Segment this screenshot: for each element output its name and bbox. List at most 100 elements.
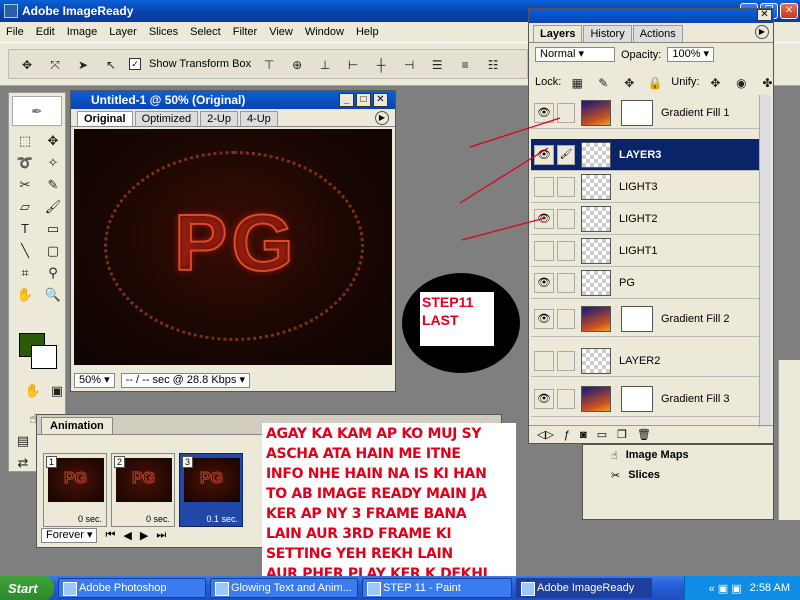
menu-slices[interactable]: Slices <box>143 26 184 38</box>
previous-frame-icon[interactable]: ◀ <box>123 529 131 542</box>
layer-row-light3[interactable]: LIGHT3 <box>531 171 761 203</box>
lock-paint-icon[interactable]: ✎ <box>593 73 613 91</box>
layer-row-layer3[interactable]: 👁 🖌 LAYER3 <box>531 139 761 171</box>
task-step11-paint[interactable]: STEP 11 - Paint <box>362 578 512 598</box>
task-glowing-text[interactable]: Glowing Text and Anim... <box>210 578 358 598</box>
link-slot[interactable] <box>557 208 575 229</box>
first-frame-icon[interactable]: ⏮ <box>105 529 115 542</box>
tab-actions[interactable]: Actions <box>632 25 683 42</box>
next-frame-icon[interactable]: ⏭ <box>156 529 166 542</box>
line-tool-icon[interactable]: ╲ <box>13 241 37 261</box>
menu-image[interactable]: Image <box>61 26 104 38</box>
visibility-eye-icon[interactable]: 👁 <box>534 272 554 293</box>
menu-select[interactable]: Select <box>184 26 227 38</box>
lock-transparency-icon[interactable]: ▦ <box>567 73 587 91</box>
layers-menu-icon[interactable]: ▶ <box>755 25 769 39</box>
hand-tool-icon[interactable]: ✋ <box>13 285 37 305</box>
magic-wand-icon[interactable]: ✧ <box>41 153 65 173</box>
tray-icons[interactable]: « ▣ ▣ <box>709 582 742 595</box>
frame-delay[interactable]: 0 sec. <box>146 514 170 524</box>
eyedropper-tool-icon[interactable]: ⚲ <box>41 263 65 283</box>
doc-minimize-button[interactable]: _ <box>339 93 354 107</box>
distribute-middle-icon[interactable]: ≡ <box>455 55 475 73</box>
tab-animation[interactable]: Animation <box>41 417 113 434</box>
visibility-eye-icon[interactable]: 👁 <box>534 208 554 229</box>
brush-tool-icon[interactable]: 🖌 <box>41 197 65 217</box>
marquee-tool-icon[interactable]: ⬚ <box>13 131 37 151</box>
unify-position-icon[interactable]: ✥ <box>705 73 725 91</box>
tab-history[interactable]: History <box>583 25 632 42</box>
doc-maximize-button[interactable]: □ <box>356 93 371 107</box>
align-left-icon[interactable]: ⊢ <box>343 55 363 73</box>
link-slot[interactable] <box>557 272 575 293</box>
jump-to-photoshop-icon[interactable]: ⇄ <box>11 453 35 473</box>
visibility-slot[interactable] <box>534 350 554 371</box>
select-pointer-icon[interactable]: ↖ <box>101 55 121 73</box>
lock-all-icon[interactable]: 🔒 <box>645 73 665 91</box>
layer-row-gradient-fill-1[interactable]: 👁 Gradient Fill 1 <box>531 97 761 129</box>
distribute-top-icon[interactable]: ☰ <box>427 55 447 73</box>
animation-frame-2[interactable]: PG 2 0 sec. <box>111 453 175 527</box>
link-slot[interactable] <box>557 388 575 409</box>
opacity-input[interactable]: 100% ▾ <box>667 47 715 62</box>
slice-select-icon[interactable]: ✎ <box>41 175 65 195</box>
tab-4-up[interactable]: 4-Up <box>239 111 278 126</box>
zoom-tool-icon[interactable]: 🔍 <box>41 285 65 305</box>
close-button[interactable]: ✕ <box>780 3 798 19</box>
layer-style-icon[interactable]: ƒ <box>564 429 570 441</box>
move-tool-icon[interactable]: ✥ <box>17 55 37 73</box>
menu-window[interactable]: Window <box>299 26 350 38</box>
layer-row-light2[interactable]: 👁 LIGHT2 <box>531 203 761 235</box>
unify-visibility-icon[interactable]: ◉ <box>731 73 751 91</box>
layer-row-gradient-fill-2[interactable]: 👁 Gradient Fill 2 <box>531 301 761 337</box>
menu-help[interactable]: Help <box>350 26 385 38</box>
tab-optimized[interactable]: Optimized <box>134 111 199 126</box>
lock-position-icon[interactable]: ✥ <box>619 73 639 91</box>
image-maps-item[interactable]: ☝ Image Maps <box>583 445 773 465</box>
visibility-slot[interactable] <box>534 176 554 197</box>
arrow-pointer-icon[interactable]: ➤ <box>73 55 93 73</box>
download-time-select[interactable]: -- / -- sec @ 28.8 Kbps ▾ <box>120 372 250 388</box>
nav-arrows-icon[interactable]: ◁▷ <box>537 428 554 441</box>
menu-filter[interactable]: Filter <box>227 26 263 38</box>
align-bottom-icon[interactable]: ⊥ <box>315 55 335 73</box>
tab-original[interactable]: Original <box>77 111 133 126</box>
show-transform-box-checkbox[interactable]: ✓ <box>129 58 141 70</box>
layer-row-gradient-fill-3[interactable]: 👁 Gradient Fill 3 <box>531 381 761 417</box>
lasso-tool-icon[interactable]: ➰ <box>13 153 37 173</box>
align-top-icon[interactable]: ⊤ <box>259 55 279 73</box>
doc-close-button[interactable]: ✕ <box>373 93 388 107</box>
layers-scrollbar[interactable] <box>759 95 771 427</box>
align-center-icon[interactable]: ┼ <box>371 55 391 73</box>
paintbrush-icon[interactable]: 🖌 <box>557 144 575 165</box>
layer-row-pg[interactable]: 👁 PG <box>531 267 761 299</box>
tab-layers[interactable]: Layers <box>533 25 583 42</box>
type-tool-icon[interactable]: T <box>13 219 37 239</box>
menu-layer[interactable]: Layer <box>103 26 143 38</box>
visibility-eye-icon[interactable]: 👁 <box>534 102 554 123</box>
layers-close-button[interactable]: ✕ <box>757 9 772 21</box>
background-color-swatch[interactable] <box>31 345 57 369</box>
move-tool-icon[interactable]: ✥ <box>41 131 65 151</box>
image-canvas[interactable]: PG <box>74 129 392 365</box>
add-mask-icon[interactable]: ◙ <box>580 429 587 441</box>
link-slot[interactable] <box>557 240 575 261</box>
link-slot[interactable] <box>557 350 575 371</box>
rounded-rect-tool-icon[interactable]: ▢ <box>41 241 65 261</box>
play-icon[interactable]: ▶ <box>140 529 148 542</box>
new-set-icon[interactable]: ▭ <box>597 428 607 441</box>
trash-icon[interactable]: 🗑 <box>637 428 651 441</box>
screen-mode-icon[interactable]: ▤ <box>11 431 35 451</box>
move-layer-icon[interactable]: ⤧ <box>45 55 65 73</box>
align-middle-icon[interactable]: ⊕ <box>287 55 307 73</box>
slices-item[interactable]: ✂ Slices <box>583 465 773 485</box>
frame-delay[interactable]: 0.1 sec. <box>206 514 238 524</box>
crop-tool-icon[interactable]: ⌗ <box>13 263 37 283</box>
visibility-slot[interactable] <box>534 240 554 261</box>
visibility-eye-icon[interactable]: 👁 <box>534 144 554 165</box>
loop-select[interactable]: Forever ▾ <box>41 528 98 543</box>
start-button[interactable]: Start <box>0 576 54 600</box>
zoom-select[interactable]: 50% ▾ <box>74 372 115 388</box>
tab-2-up[interactable]: 2-Up <box>200 111 238 126</box>
distribute-bottom-icon[interactable]: ☷ <box>483 55 503 73</box>
